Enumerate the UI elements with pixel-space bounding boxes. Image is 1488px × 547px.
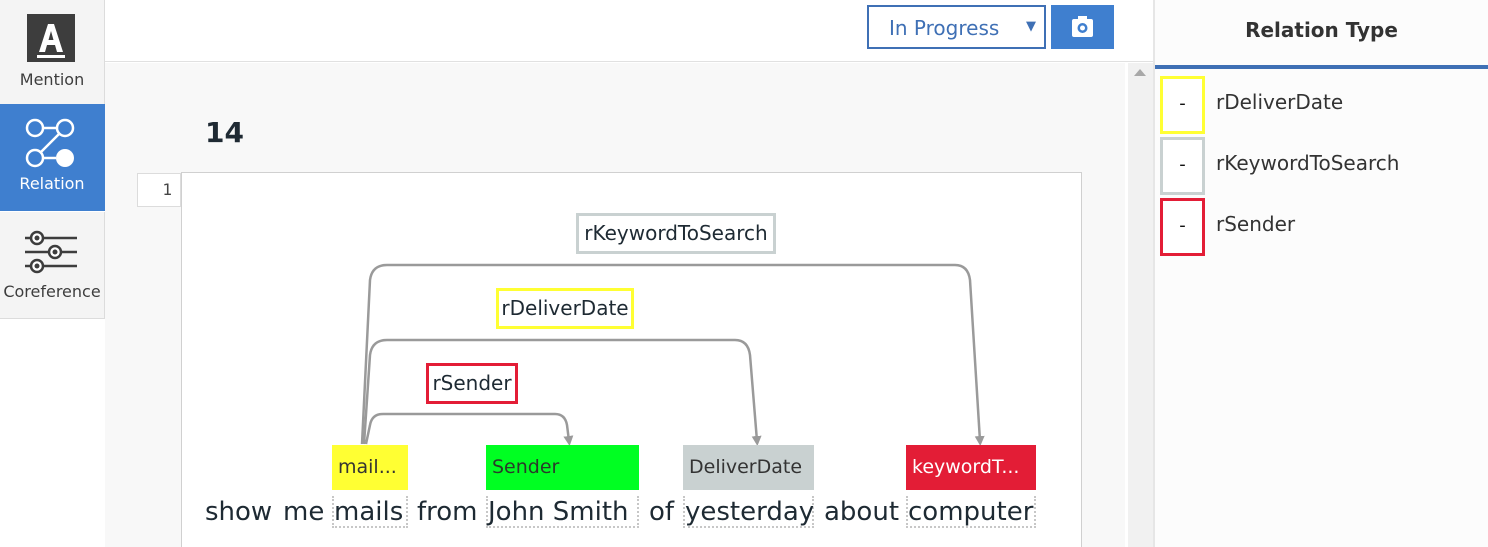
arc-rdeliverdate[interactable] (362, 338, 762, 446)
entity-tag-label: DeliverDate (689, 456, 803, 478)
relation-type-name: rDeliverDate (1216, 90, 1344, 114)
token[interactable]: show (205, 496, 272, 528)
relation-type-panel: Relation Type - rDeliverDate - rKeywordT… (1155, 0, 1488, 547)
token-entity[interactable]: yesterday (683, 496, 814, 528)
relation-label-text: rSender (432, 371, 512, 395)
relation-type-swatch: - (1160, 76, 1205, 134)
relation-type-item[interactable]: - rKeywordToSearch (1160, 137, 1480, 195)
annotation-app: Mention Relation Coreference In Progress… (0, 0, 1488, 547)
relation-type-name: rKeywordToSearch (1216, 151, 1400, 175)
entity-tag-label: Sender (492, 456, 560, 478)
relation-label-rsender[interactable]: rSender (426, 363, 518, 404)
token[interactable]: me (283, 496, 324, 528)
entity-tag-deliverdate[interactable]: DeliverDate (683, 445, 814, 490)
relation-label-rdeliverdate[interactable]: rDeliverDate (496, 288, 634, 329)
token[interactable]: of (649, 496, 674, 528)
token-entity[interactable]: John Smith (486, 496, 639, 528)
entity-tag-label: mail... (338, 456, 397, 478)
relation-label-text: rDeliverDate (501, 296, 629, 320)
token[interactable]: from (417, 496, 478, 528)
arc-rsender[interactable] (364, 412, 574, 446)
panel-title: Relation Type (1245, 18, 1398, 42)
token-entity[interactable]: computer (906, 496, 1036, 528)
entity-tag-mail[interactable]: mail... (332, 445, 408, 490)
arc-rkeywordtosearch[interactable] (360, 263, 985, 446)
entity-tag-sender[interactable]: Sender (486, 445, 639, 490)
relation-type-name: rSender (1216, 212, 1296, 236)
panel-title-underline (1155, 65, 1488, 69)
relation-label-text: rKeywordToSearch (584, 221, 768, 245)
relation-type-swatch: - (1160, 137, 1205, 195)
token-entity[interactable]: mails (332, 496, 408, 528)
relation-type-swatch: - (1160, 198, 1205, 256)
entity-tag-keyword[interactable]: keywordT... (906, 445, 1036, 490)
relation-type-item[interactable]: - rDeliverDate (1160, 76, 1480, 134)
relation-label-rkeywordtosearch[interactable]: rKeywordToSearch (576, 213, 776, 254)
relation-type-item[interactable]: - rSender (1160, 198, 1480, 256)
token[interactable]: about (824, 496, 899, 528)
entity-tag-label: keywordT... (912, 456, 1020, 478)
